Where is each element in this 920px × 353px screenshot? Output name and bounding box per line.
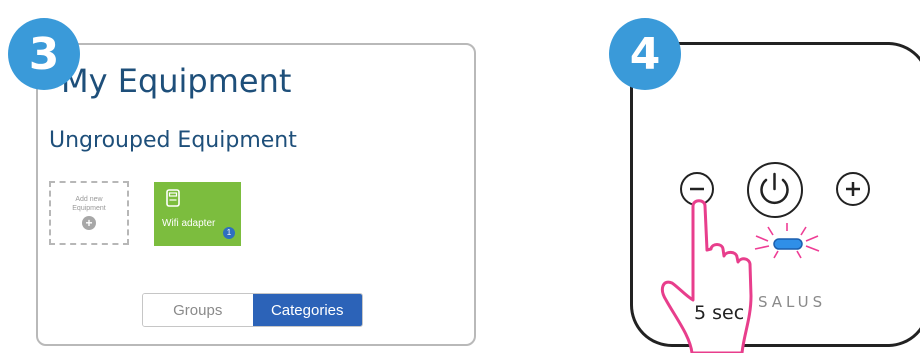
hold-duration-label: 5 sec bbox=[694, 302, 745, 324]
pointing-hand-icon bbox=[660, 199, 753, 353]
page-title: My Equipment bbox=[61, 62, 292, 100]
step-3-badge: 3 bbox=[8, 18, 80, 90]
led-indicator bbox=[773, 238, 803, 250]
device-overlay bbox=[660, 199, 820, 353]
step-4-badge: 4 bbox=[609, 18, 681, 90]
